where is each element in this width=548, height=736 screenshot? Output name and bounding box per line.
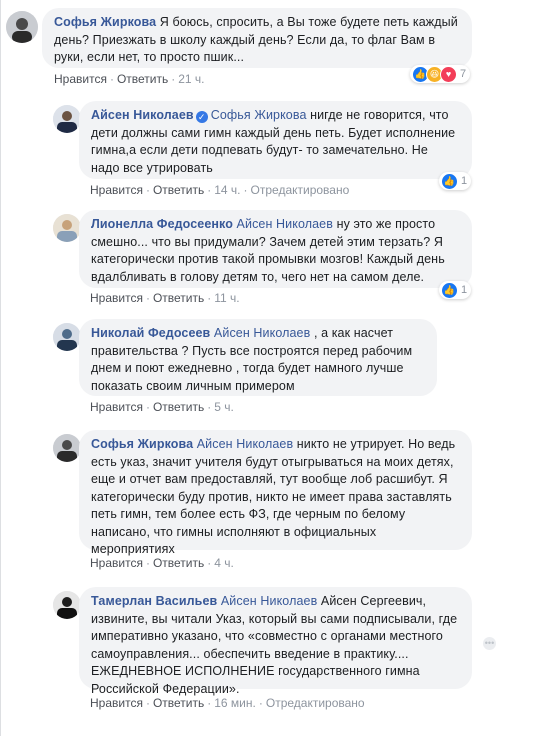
reply-link[interactable]: Ответить [153, 400, 204, 414]
avatar[interactable] [6, 11, 38, 43]
timestamp[interactable]: 14 ч. [214, 183, 240, 197]
avatar[interactable] [53, 434, 81, 462]
love-icon: ♥ [440, 65, 457, 83]
like-link[interactable]: Нравится [90, 556, 143, 570]
comment-bubble: Лионелла Федосеенко Айсен Николаев ну эт… [79, 210, 472, 288]
reply-link[interactable]: Ответить [153, 696, 204, 710]
comment-author[interactable]: Софья Жиркова [91, 437, 193, 451]
avatar[interactable] [53, 323, 81, 351]
comment-mention[interactable]: Айсен Николаев [197, 437, 293, 451]
reaction-summary[interactable]: 👍 1 [439, 172, 472, 190]
comment-actions: Нравится · Ответить · 5 ч. [90, 400, 234, 414]
verified-badge-icon: ✓ [195, 111, 208, 123]
reply-link[interactable]: Ответить [153, 556, 204, 570]
timestamp[interactable]: 11 ч. [214, 291, 239, 305]
comment-bubble: Айсен Николаев ✓ Софья Жиркова нигде не го… [79, 101, 472, 179]
reaction-summary[interactable]: 👍 1 [439, 281, 472, 299]
reply-link[interactable]: Ответить [153, 183, 204, 197]
edited-label[interactable]: Отредактировано [251, 183, 350, 197]
comment-actions: Нравится · Ответить · 21 ч. [54, 72, 205, 86]
comment-mention[interactable]: Айсен Николаев [221, 594, 317, 608]
avatar[interactable] [53, 214, 81, 242]
timestamp[interactable]: 16 мин. [214, 696, 256, 710]
avatar[interactable] [53, 105, 81, 133]
like-link[interactable]: Нравится [90, 400, 143, 414]
comment-author[interactable]: Лионелла Федосеенко [91, 217, 233, 231]
reply-link[interactable]: Ответить [117, 72, 168, 86]
avatar[interactable] [53, 591, 81, 619]
timestamp[interactable]: 4 ч. [214, 556, 234, 570]
comment-mention[interactable]: Софья Жиркова [211, 108, 307, 122]
comment-author[interactable]: Софья Жиркова [54, 15, 156, 29]
reaction-summary[interactable]: 👍 😆 ♥ 7 [410, 65, 471, 83]
timestamp[interactable]: 21 ч. [178, 72, 204, 86]
like-icon: 👍 [441, 172, 458, 190]
like-link[interactable]: Нравится [90, 291, 143, 305]
reply-link[interactable]: Ответить [153, 291, 204, 305]
like-link[interactable]: Нравится [90, 183, 143, 197]
comment-bubble: Софья Жиркова Я боюсь, спросить, а Вы то… [42, 8, 472, 68]
comment-actions: Нравится · Ответить · 16 мин. · Отредактирован… [90, 696, 365, 710]
comment-bubble: Софья Жиркова Айсен Николаев никто не ут… [79, 430, 472, 556]
comment-mention[interactable]: Айсен Николаев [237, 217, 333, 231]
comment-text: никто не утрирует. Но ведь есть указ, зн… [91, 437, 456, 556]
more-options-icon[interactable]: ••• [483, 637, 496, 650]
comment-bubble: Николай Федосеев Айсен Николаев , а как … [79, 319, 437, 396]
like-link[interactable]: Нравится [90, 696, 143, 710]
comment-author[interactable]: Николай Федосеев [91, 326, 210, 340]
like-icon: 👍 [441, 281, 458, 299]
comment-author[interactable]: Тамерлан Васильев [91, 594, 217, 608]
reaction-count: 1 [461, 284, 468, 296]
reaction-count: 7 [460, 68, 467, 80]
like-link[interactable]: Нравится [54, 72, 107, 86]
timestamp[interactable]: 5 ч. [214, 400, 234, 414]
comment-mention[interactable]: Айсен Николаев [214, 326, 310, 340]
left-border [0, 0, 1, 736]
comment-text: Айсен Сергеевич, извините, вы читали Ука… [91, 594, 458, 696]
comment-actions: Нравится · Ответить · 14 ч. · Отредактировано [90, 183, 350, 197]
edited-label[interactable]: Отредактировано [266, 696, 365, 710]
comment-bubble: Тамерлан Васильев Айсен Николаев Айсен С… [79, 587, 472, 696]
comment-actions: Нравится · Ответить · 4 ч. [90, 556, 234, 570]
comment-author[interactable]: Айсен Николаев [91, 108, 194, 122]
reaction-count: 1 [461, 175, 468, 187]
comment-actions: Нравится · Ответить · 11 ч. [90, 291, 240, 305]
